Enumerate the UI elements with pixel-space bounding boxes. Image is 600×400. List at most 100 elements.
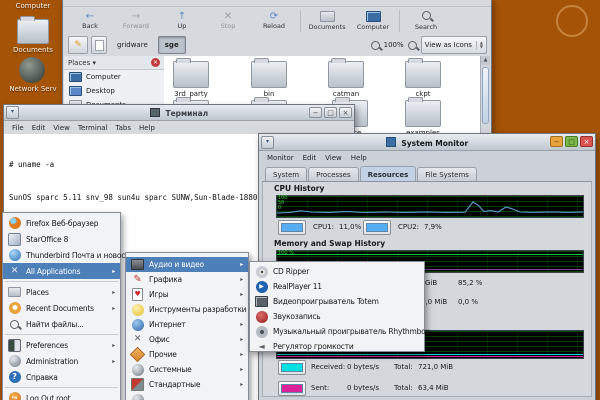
- menu-item-help[interactable]: ? Справка: [3, 369, 120, 385]
- menu-item-thunderbird[interactable]: Thunderbird Почта и новости: [3, 247, 120, 263]
- menu-terminal[interactable]: Terminal: [78, 124, 108, 132]
- zoom-out-icon[interactable]: [371, 41, 380, 50]
- maximize-button[interactable]: □: [324, 107, 337, 118]
- menu-tabs[interactable]: Tabs: [116, 124, 132, 132]
- menu-view[interactable]: View: [325, 154, 342, 162]
- menu-separator: [5, 334, 118, 335]
- menu-item-all-applications[interactable]: ✕ All Applications ▸: [3, 263, 120, 279]
- folder-catman[interactable]: catman: [311, 61, 381, 98]
- terminal-icon: [150, 108, 160, 117]
- menu-view[interactable]: View: [53, 124, 70, 132]
- desktop-icon-documents[interactable]: Documents: [0, 46, 68, 54]
- folder-3rd_party[interactable]: 3rd_party: [156, 61, 226, 98]
- view-mode-dropdown[interactable]: View as Icons ▲▼: [421, 36, 487, 54]
- sidebar-item-computer[interactable]: Computer: [64, 70, 164, 84]
- menu-item-games[interactable]: ♥ Игры ▸: [126, 287, 248, 302]
- breadcrumb-gridware[interactable]: gridware: [110, 36, 155, 54]
- tab-processes[interactable]: Processes: [308, 167, 359, 181]
- folder-icon: [405, 100, 441, 127]
- documents-folder-icon[interactable]: [17, 19, 49, 44]
- menu-item-other[interactable]: Прочие ▸: [126, 347, 248, 362]
- menu-help[interactable]: Help: [139, 124, 155, 132]
- stop-button[interactable]: ✕ Stop: [205, 8, 251, 34]
- menu-item-cd-ripper[interactable]: CD Ripper: [250, 264, 424, 279]
- scroll-up-icon[interactable]: ▲: [481, 56, 490, 65]
- search-button[interactable]: Search: [403, 8, 449, 34]
- received-line: [277, 354, 583, 355]
- menu-separator: [5, 281, 118, 282]
- close-button[interactable]: ×: [580, 136, 593, 147]
- reload-button[interactable]: ⟳ Reload: [251, 8, 297, 34]
- menu-item-recent-documents[interactable]: Recent Documents ▸: [3, 300, 120, 316]
- menu-item-system[interactable]: Системные ▸: [126, 362, 248, 377]
- menu-file[interactable]: File: [12, 124, 24, 132]
- breadcrumb-sge[interactable]: sge: [158, 36, 186, 54]
- terminal-titlebar[interactable]: ▾ Терминал − □ ×: [4, 105, 354, 121]
- network-servers-icon[interactable]: [19, 57, 45, 83]
- desktop-icon-network[interactable]: Network Serv: [0, 85, 68, 93]
- menu-monitor[interactable]: Monitor: [267, 154, 294, 162]
- menu-item-places[interactable]: Places ▸: [3, 284, 120, 300]
- menu-item-administration[interactable]: Administration ▸: [3, 353, 120, 369]
- forward-button[interactable]: → Forward: [113, 8, 159, 34]
- places-header[interactable]: Places ▾ ×: [64, 56, 164, 70]
- menu-item-office[interactable]: ✕ Офис ▸: [126, 332, 248, 347]
- tab-file-systems[interactable]: File Systems: [417, 167, 477, 181]
- memory-usage-line: [277, 254, 583, 255]
- menu-item-log-out[interactable]: ↪ Log Out root...: [3, 390, 120, 400]
- zoom-in-icon[interactable]: [408, 41, 417, 50]
- cpu1-color-swatch[interactable]: [278, 220, 306, 235]
- menu-item-realplayer[interactable]: ▶ RealPlayer 11: [250, 279, 424, 294]
- recent-documents-icon: [9, 302, 21, 314]
- received-total: 721,0 MiB: [418, 363, 453, 371]
- menu-item-audio-video[interactable]: Аудио и видео ▸: [126, 257, 248, 272]
- menu-item-accessories[interactable]: Стандартные ▸: [126, 377, 248, 392]
- menu-item-rhythmbox[interactable]: Музыкальный проигрыватель Rhythmbox: [250, 324, 424, 339]
- sent-color-swatch[interactable]: [278, 381, 306, 396]
- close-button[interactable]: ×: [339, 107, 352, 118]
- menu-item-internet[interactable]: Интернет ▸: [126, 317, 248, 332]
- sidebar-item-desktop[interactable]: Desktop: [64, 84, 164, 98]
- menu-edit[interactable]: Edit: [303, 154, 317, 162]
- system-monitor-titlebar[interactable]: ▾ System Monitor − □ ×: [259, 134, 595, 151]
- vertical-scrollbar[interactable]: ▲: [480, 56, 490, 138]
- scrollbar-thumb[interactable]: [482, 67, 489, 124]
- file-manager-menubar[interactable]: [63, 0, 491, 7]
- menu-item-firefox[interactable]: Firefox Веб-браузер: [3, 215, 120, 231]
- computer-button[interactable]: Computer: [350, 8, 396, 34]
- menu-help[interactable]: Help: [351, 154, 367, 162]
- menu-item-partial[interactable]: [126, 392, 248, 400]
- minimize-button[interactable]: −: [550, 136, 563, 147]
- main-menu: Firefox Веб-браузер StarOffice 8 Thunder…: [2, 212, 121, 400]
- submenu-arrow-icon: ▸: [112, 342, 115, 349]
- menu-item-sound-recorder[interactable]: Звукозапись: [250, 309, 424, 324]
- tab-resources[interactable]: Resources: [360, 166, 417, 181]
- folder-ckpt[interactable]: ckpt: [388, 61, 458, 98]
- menu-item-find-files[interactable]: Найти файлы...: [3, 316, 120, 332]
- folder-bin[interactable]: bin: [234, 61, 304, 98]
- terminal-title: Терминал: [165, 109, 208, 118]
- menu-edit[interactable]: Edit: [32, 124, 46, 132]
- root-crumb-button[interactable]: [91, 36, 107, 54]
- menu-item-development[interactable]: Инструменты разработки ▸: [126, 302, 248, 317]
- places-folder-icon: [8, 287, 21, 297]
- tab-system[interactable]: System: [265, 167, 307, 181]
- up-button[interactable]: ↑ Up: [159, 8, 205, 34]
- location-bar: ✎ gridware sge 100% View as Icons ▲▼: [68, 36, 487, 54]
- folder-examples[interactable]: examples: [388, 100, 458, 137]
- folder-icon: [405, 61, 441, 88]
- desktop-icon-computer[interactable]: Computer: [0, 2, 68, 10]
- maximize-button[interactable]: □: [565, 136, 578, 147]
- received-color-swatch[interactable]: [278, 360, 306, 375]
- documents-button[interactable]: Documents: [304, 8, 350, 34]
- menu-item-graphics[interactable]: ✎ Графика ▸: [126, 272, 248, 287]
- menu-item-totem[interactable]: Видеопроигрыватель Totem: [250, 294, 424, 309]
- menu-item-staroffice[interactable]: StarOffice 8: [3, 231, 120, 247]
- edit-location-button[interactable]: ✎: [68, 36, 88, 54]
- minimize-button[interactable]: −: [309, 107, 322, 118]
- menu-item-preferences[interactable]: Preferences ▸: [3, 337, 120, 353]
- menu-item-volume-control[interactable]: ◄ Регулятор громкости: [250, 339, 424, 354]
- back-button[interactable]: ← Back: [67, 8, 113, 34]
- submenu-arrow-icon: ▸: [112, 358, 115, 365]
- cpu2-color-swatch[interactable]: [363, 220, 391, 235]
